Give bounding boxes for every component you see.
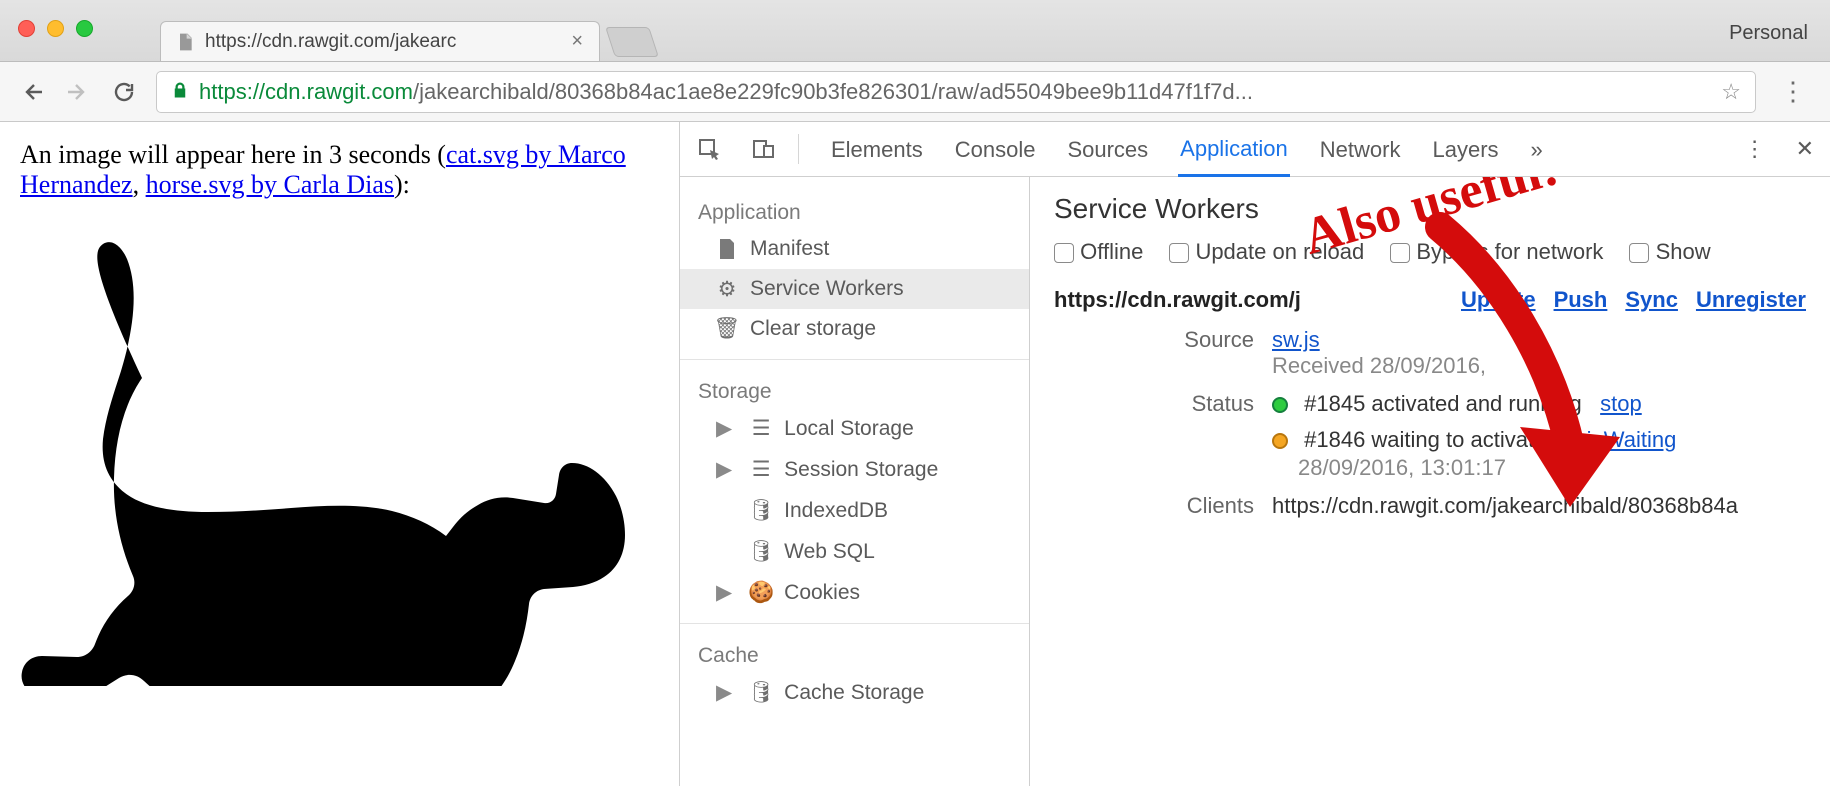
status-dot-orange-icon	[1272, 433, 1288, 449]
status-time: 28/09/2016, 13:01:17	[1298, 455, 1806, 481]
sidebar-item-indexeddb[interactable]: ▶🛢IndexedDB	[680, 490, 1029, 531]
label-clients: Clients	[1054, 493, 1254, 519]
file-icon	[716, 238, 738, 260]
tab-sources[interactable]: Sources	[1065, 123, 1150, 175]
chevron-right-icon: ▶	[716, 416, 732, 441]
sidebar-group-application: Application	[680, 191, 1029, 229]
chevron-right-icon: ▶	[716, 457, 732, 482]
page-content: An image will appear here in 3 seconds (…	[0, 122, 680, 786]
opt-update-on-reload[interactable]: Update on reload	[1169, 239, 1364, 265]
opt-bypass-network[interactable]: Bypass for network	[1390, 239, 1603, 265]
gear-icon: ⚙	[716, 278, 738, 300]
maximize-window-icon[interactable]	[76, 20, 93, 37]
link-stop[interactable]: stop	[1600, 391, 1642, 416]
link-push[interactable]: Push	[1554, 287, 1608, 313]
database-icon: 🛢	[750, 541, 772, 563]
reload-button[interactable]	[110, 78, 138, 106]
link-horse-svg[interactable]: horse.svg by Carla Dias	[146, 170, 394, 199]
devtools-close-icon[interactable]: ✕	[1796, 136, 1814, 162]
link-skipwaiting[interactable]: skipWaiting	[1565, 427, 1677, 452]
sidebar-item-websql[interactable]: ▶🛢Web SQL	[680, 531, 1029, 572]
database-icon: 🛢	[750, 500, 772, 522]
panel-title: Service Workers	[1054, 193, 1806, 225]
chevron-right-icon: ▶	[716, 680, 732, 705]
status-line-2: #1846 waiting to activate skipWaiting	[1272, 427, 1806, 453]
window-titlebar: https://cdn.rawgit.com/jakearc × Persona…	[0, 0, 1830, 62]
profile-label[interactable]: Personal	[1729, 22, 1808, 45]
tab-title: https://cdn.rawgit.com/jakearc	[205, 31, 456, 53]
sidebar-item-session-storage[interactable]: ▶☰Session Storage	[680, 449, 1029, 490]
url-input[interactable]: https://cdn.rawgit.com/jakearchibald/803…	[156, 71, 1756, 113]
devtools-panel: Elements Console Sources Application Net…	[680, 122, 1830, 786]
lock-icon	[171, 79, 189, 105]
label-source: Source	[1054, 327, 1254, 379]
cat-image	[20, 206, 659, 693]
devtools-menu-icon[interactable]: ⋮	[1744, 136, 1766, 162]
url-text: https://cdn.rawgit.com/jakearchibald/803…	[199, 79, 1253, 105]
address-bar: https://cdn.rawgit.com/jakearchibald/803…	[0, 62, 1830, 122]
devtools-tabs: Elements Console Sources Application Net…	[680, 122, 1830, 177]
status-line-1: #1845 activated and running stop	[1272, 391, 1806, 417]
clients-url: https://cdn.rawgit.com/jakearchibald/803…	[1272, 493, 1806, 519]
service-workers-panel: Service Workers Offline Update on reload…	[1030, 177, 1830, 786]
page-text: An image will appear here in 3 seconds (…	[20, 140, 659, 200]
sw-options: Offline Update on reload Bypass for netw…	[1054, 239, 1806, 265]
storage-icon: ☰	[750, 418, 772, 440]
application-sidebar: Application Manifest ⚙Service Workers 🗑C…	[680, 177, 1030, 786]
trash-icon: 🗑	[716, 318, 738, 340]
sidebar-item-cache-storage[interactable]: ▶🛢Cache Storage	[680, 672, 1029, 713]
sidebar-item-cookies[interactable]: ▶🍪Cookies	[680, 572, 1029, 613]
link-update[interactable]: Update	[1461, 287, 1536, 313]
label-status: Status	[1054, 391, 1254, 481]
database-icon: 🛢	[750, 682, 772, 704]
back-button[interactable]	[18, 78, 46, 106]
source-received: Received 28/09/2016,	[1272, 353, 1486, 378]
browser-tab[interactable]: https://cdn.rawgit.com/jakearc ×	[160, 21, 600, 61]
sidebar-group-cache: Cache	[680, 634, 1029, 672]
link-sync[interactable]: Sync	[1625, 287, 1678, 313]
sidebar-item-manifest[interactable]: Manifest	[680, 229, 1029, 269]
forward-button[interactable]	[64, 78, 92, 106]
tab-more[interactable]: »	[1529, 123, 1545, 175]
sidebar-item-clear-storage[interactable]: 🗑Clear storage	[680, 309, 1029, 349]
tab-layers[interactable]: Layers	[1430, 123, 1500, 175]
device-toggle-icon[interactable]	[750, 136, 776, 162]
browser-menu-icon[interactable]: ⋮	[1774, 76, 1812, 107]
minimize-window-icon[interactable]	[47, 20, 64, 37]
opt-offline[interactable]: Offline	[1054, 239, 1143, 265]
tab-network[interactable]: Network	[1318, 123, 1403, 175]
link-swjs[interactable]: sw.js	[1272, 327, 1320, 352]
tab-application[interactable]: Application	[1178, 122, 1290, 177]
close-tab-icon[interactable]: ×	[571, 30, 583, 53]
file-icon	[175, 32, 195, 52]
sidebar-item-local-storage[interactable]: ▶☰Local Storage	[680, 408, 1029, 449]
close-window-icon[interactable]	[18, 20, 35, 37]
cookie-icon: 🍪	[750, 582, 772, 604]
tab-console[interactable]: Console	[953, 123, 1038, 175]
storage-icon: ☰	[750, 459, 772, 481]
chevron-right-icon: ▶	[716, 580, 732, 605]
sidebar-item-service-workers[interactable]: ⚙Service Workers	[680, 269, 1029, 309]
inspect-icon[interactable]	[696, 136, 722, 162]
bookmark-icon[interactable]: ☆	[1721, 79, 1741, 105]
link-unregister[interactable]: Unregister	[1696, 287, 1806, 313]
opt-show[interactable]: Show	[1629, 239, 1710, 265]
sw-scope: https://cdn.rawgit.com/j Update Push Syn…	[1054, 287, 1806, 313]
new-tab-button[interactable]	[605, 27, 659, 57]
sidebar-group-storage: Storage	[680, 370, 1029, 408]
tab-elements[interactable]: Elements	[829, 123, 925, 175]
window-controls	[18, 20, 93, 37]
status-dot-green-icon	[1272, 397, 1288, 413]
